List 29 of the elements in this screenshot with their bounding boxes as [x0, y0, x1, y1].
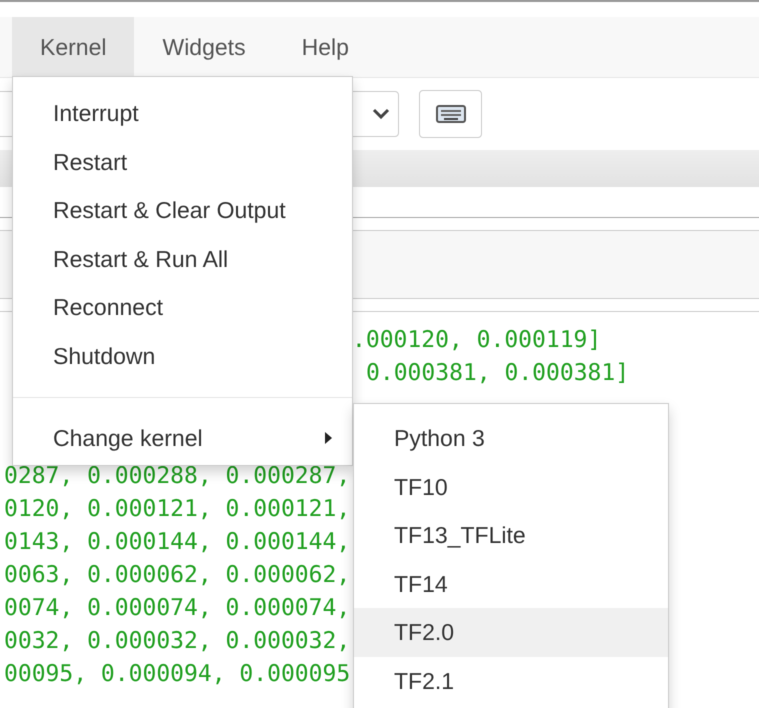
output-text: 0143, 0.000144, 0.000144,: [4, 529, 350, 555]
menu-item[interactable]: TF2.1: [354, 656, 668, 705]
menu-item[interactable]: TF10: [354, 462, 668, 511]
output-text: 0287, 0.000288, 0.000287,: [4, 463, 350, 489]
chevron-down-icon: [372, 108, 390, 120]
keyboard-icon: [436, 105, 466, 123]
output-text: 00095, 0.000094, 0.000095: [4, 661, 350, 687]
menu-item[interactable]: Python 3: [354, 414, 668, 462]
menu-item[interactable]: Interrupt: [13, 89, 352, 138]
menu-item-label: Change kernel: [53, 424, 203, 453]
output-text: .000120, 0.000119]: [352, 326, 602, 355]
output-text: 0.000381, 0.000381]: [366, 359, 630, 388]
submenu-item[interactable]: Change kernel: [13, 414, 352, 462]
menu-item[interactable]: TF2.0: [354, 608, 668, 656]
menu-bar-item[interactable]: Widgets: [134, 17, 274, 77]
menu-bar-item[interactable]: Help: [274, 17, 377, 77]
output-text: 0063, 0.000062, 0.000062,: [4, 562, 350, 588]
menu-item[interactable]: Reconnect: [13, 283, 352, 332]
output-text: 0074, 0.000074, 0.000074,: [4, 595, 350, 621]
output-text: 0120, 0.000121, 0.000121,: [4, 496, 350, 522]
keyboard-button[interactable]: [419, 90, 482, 138]
menu-item[interactable]: TF14: [354, 560, 668, 608]
menu-item[interactable]: TF13_TFLite: [354, 511, 668, 560]
menu-bar-item[interactable]: Kernel: [12, 17, 134, 77]
menu-item[interactable]: Restart: [13, 138, 352, 186]
output-text: 0032, 0.000032, 0.000032,: [4, 628, 350, 654]
menu-item[interactable]: Shutdown: [13, 332, 352, 380]
menu-item[interactable]: Restart & Clear Output: [13, 186, 352, 234]
caret-right-icon: [325, 432, 332, 444]
